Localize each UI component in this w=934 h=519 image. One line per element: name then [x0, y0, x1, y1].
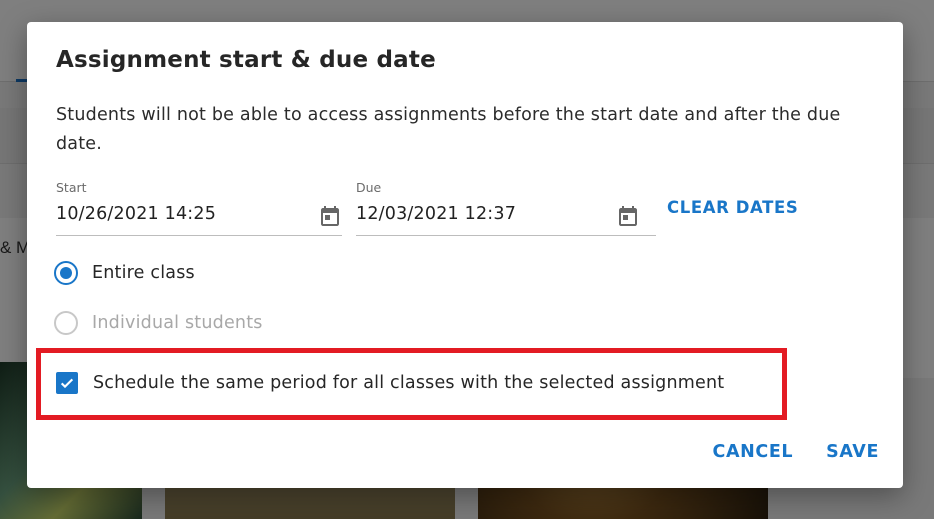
- schedule-same-period-checkbox[interactable]: Schedule the same period for all classes…: [56, 372, 724, 394]
- radio-entire-class[interactable]: Entire class: [54, 258, 195, 288]
- radio-selected-icon[interactable]: [54, 261, 78, 285]
- radio-unselected-icon[interactable]: [54, 311, 78, 335]
- cancel-button[interactable]: CANCEL: [713, 442, 794, 462]
- radio-individual-students-label: Individual students: [92, 313, 263, 333]
- checkbox-checked-icon[interactable]: [56, 372, 78, 394]
- calendar-icon[interactable]: [616, 203, 640, 229]
- due-date-label: Due: [356, 180, 382, 195]
- radio-individual-students[interactable]: Individual students: [54, 308, 263, 338]
- start-date-value[interactable]: 10/26/2021 14:25: [56, 204, 216, 224]
- dialog-description: Students will not be able to access assi…: [56, 105, 841, 154]
- start-date-field[interactable]: Start 10/26/2021 14:25: [56, 180, 342, 236]
- calendar-icon[interactable]: [318, 203, 342, 229]
- assignment-dates-dialog: Assignment start & due date Students wil…: [27, 22, 903, 488]
- dialog-title: Assignment start & due date: [56, 47, 436, 73]
- schedule-same-period-label: Schedule the same period for all classes…: [93, 373, 725, 393]
- due-date-field[interactable]: Due 12/03/2021 12:37: [356, 180, 656, 236]
- start-date-label: Start: [56, 180, 87, 195]
- save-button[interactable]: SAVE: [826, 442, 879, 462]
- clear-dates-button[interactable]: CLEAR DATES: [667, 198, 798, 217]
- dialog-actions: CANCEL SAVE: [713, 442, 879, 462]
- checkmark-icon: [60, 378, 74, 389]
- radio-entire-class-label: Entire class: [92, 263, 195, 283]
- due-date-value[interactable]: 12/03/2021 12:37: [356, 204, 516, 224]
